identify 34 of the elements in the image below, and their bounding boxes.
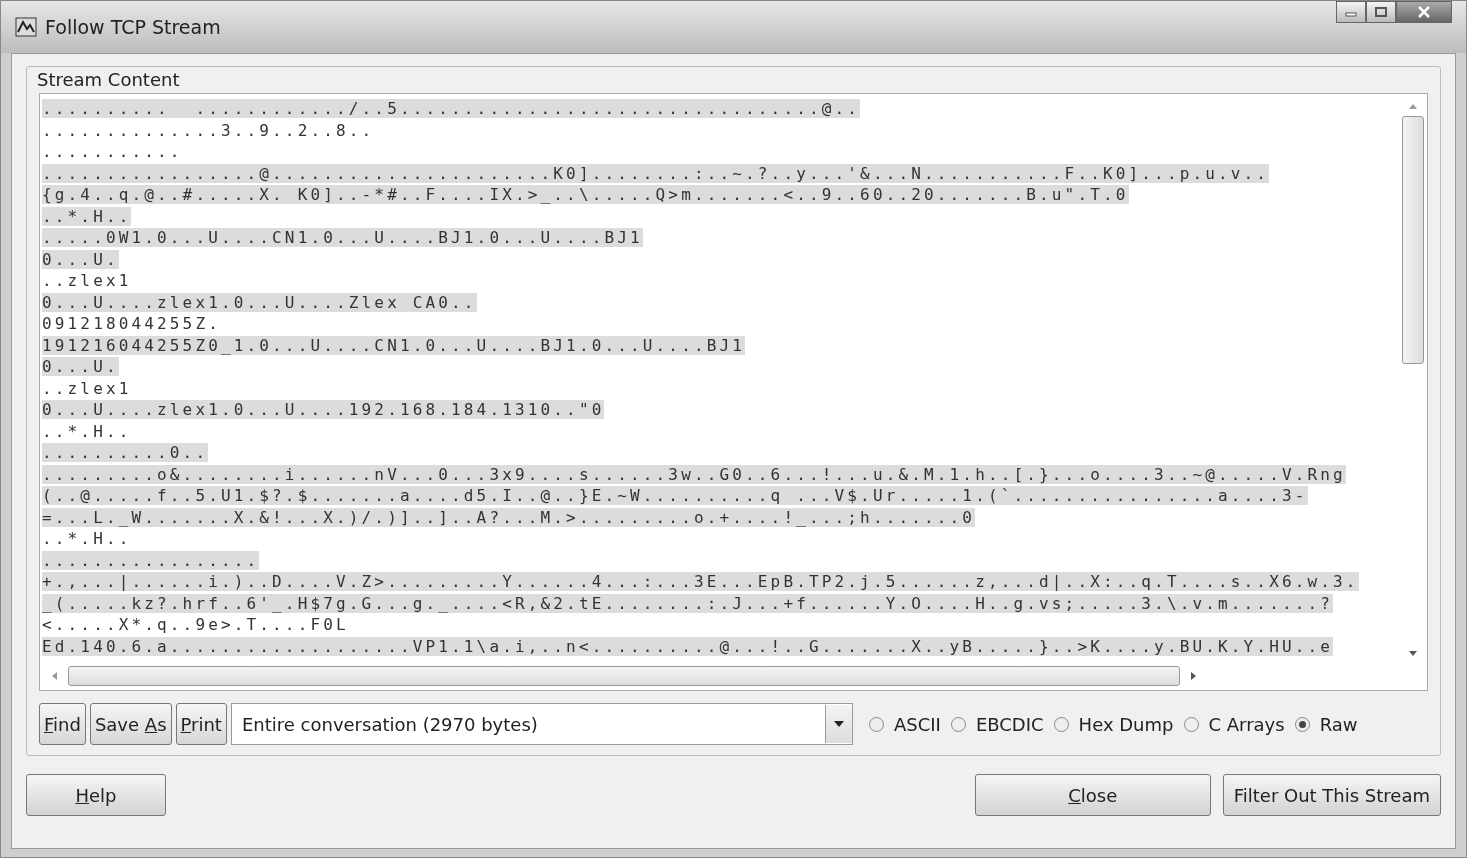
stream-line: ..*.H.. [42,529,132,548]
dialog-button[interactable]: Close [974,774,1211,816]
stream-line: ..............3..9..2..8.. [42,120,375,140]
stream-line: ..*.H.. [42,421,132,441]
maximize-button[interactable] [1366,1,1396,23]
stream-line: ..zlex1 [42,271,132,290]
scroll-down-icon [1408,650,1418,658]
stream-line: ........... [42,142,183,161]
toolbar-button[interactable]: Print [175,703,227,745]
toolbar-button[interactable]: Find [39,703,86,745]
format-radio[interactable]: Raw [1294,713,1358,735]
toolbar-button[interactable]: Save As [89,703,172,745]
format-radio[interactable]: ASCII [868,713,941,735]
close-button[interactable] [1396,1,1452,23]
stream-line: 091218044255Z. [42,314,221,333]
dialog-button[interactable]: Filter Out This Stream [1222,774,1441,816]
stream-line: ..zlex1 [42,378,132,398]
scroll-thumb[interactable] [68,666,1180,686]
window-title: Follow TCP Stream [45,16,221,38]
close-icon [1417,6,1431,18]
app-icon [15,16,37,38]
caret-icon [833,721,844,727]
scroll-thumb[interactable] [1402,116,1424,364]
stream-line: <.....X*.q..9e>.T....F0L [42,615,349,634]
scroll-right-icon [1190,671,1198,681]
format-radio[interactable]: C Arrays [1183,713,1285,735]
maximize-icon [1375,7,1387,17]
dialog-button[interactable]: Help [26,774,166,816]
scroll-up-icon [1408,102,1418,110]
format-radio[interactable]: Hex Dump [1053,713,1174,735]
conversation-dropdown[interactable]: Entire conversation (2970 bytes) [230,703,853,745]
minimize-button[interactable] [1336,1,1366,23]
scroll-left-icon [50,671,58,681]
format-radio[interactable]: EBCDIC [950,713,1044,735]
